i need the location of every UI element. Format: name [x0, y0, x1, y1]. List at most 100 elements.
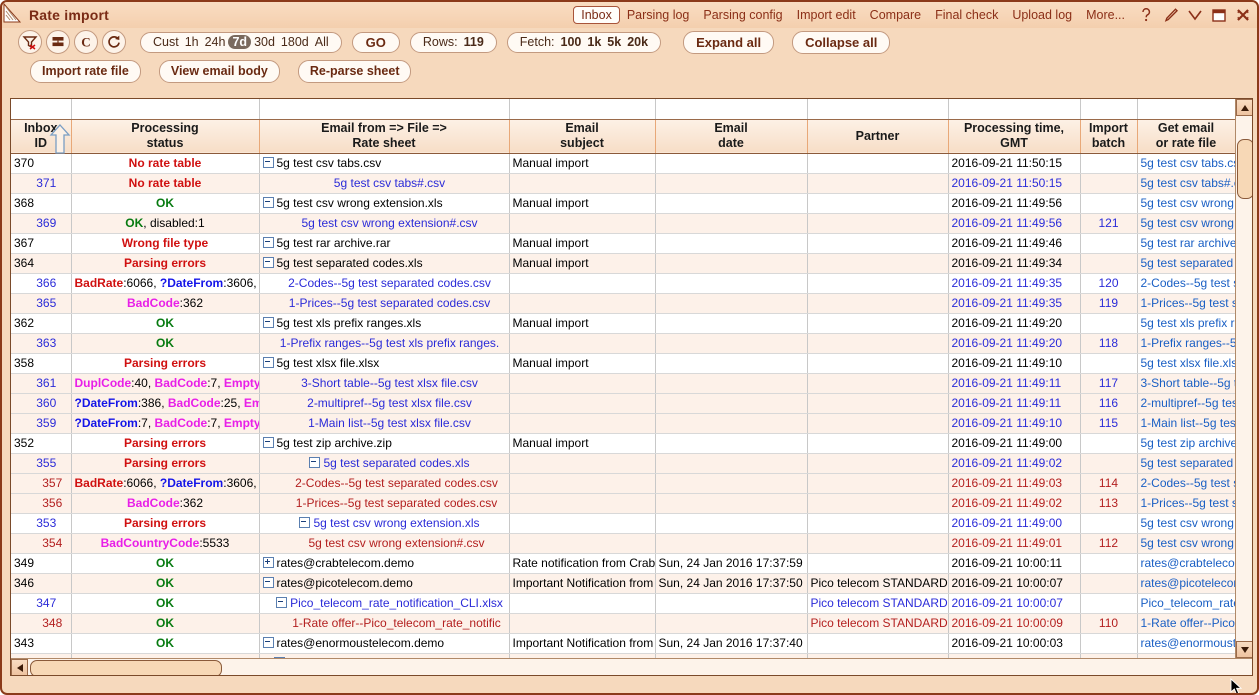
import-batch-link[interactable]: 112: [1099, 536, 1118, 550]
import-batch-link[interactable]: 113: [1099, 496, 1118, 510]
filter-cell-batch[interactable]: [1080, 99, 1137, 119]
inbox-id-value[interactable]: 361: [36, 376, 56, 390]
nav-item-final-check[interactable]: Final check: [928, 7, 1005, 23]
table-row[interactable]: 364Parsing errors5g test separated codes…: [11, 253, 1235, 273]
fetch-5k[interactable]: 5k: [604, 35, 624, 49]
file-name-link[interactable]: 3-Short table--5g test xlsx file.csv: [301, 376, 478, 390]
filter-cell-subject[interactable]: [509, 99, 655, 119]
collapse-node-icon[interactable]: [276, 597, 287, 608]
get-file-link[interactable]: 5g test xls prefix ranges.xls: [1141, 316, 1236, 330]
table-row[interactable]: 358Parsing errors5g test xlsx file.xlsxM…: [11, 353, 1235, 373]
table-row[interactable]: 355Parsing errors5g test separated codes…: [11, 453, 1235, 473]
fetch-selector[interactable]: Fetch: 100 1k 5k 20k: [507, 32, 661, 53]
period-selector[interactable]: Cust 1h 24h 7d 30d 180d All: [140, 32, 342, 53]
table-row[interactable]: 369OK, disabled:15g test csv wrong exten…: [11, 213, 1235, 233]
restore-icon[interactable]: [1210, 7, 1227, 24]
column-header-date[interactable]: Emaildate: [655, 119, 807, 153]
import-batch-link[interactable]: 120: [1098, 276, 1118, 290]
refresh-icon[interactable]: [102, 30, 126, 54]
table-row[interactable]: 363OK1-Prefix ranges--5g test xls prefix…: [11, 333, 1235, 353]
filter-row[interactable]: [11, 99, 1235, 119]
get-file-link[interactable]: 5g test zip archive.zip: [1141, 436, 1236, 450]
table-row[interactable]: 371No rate table5g test csv tabs#.csv201…: [11, 173, 1235, 193]
collapse-node-icon[interactable]: [263, 437, 274, 448]
nav-item-inbox[interactable]: Inbox: [573, 6, 620, 24]
inbox-id-value[interactable]: 365: [36, 296, 56, 310]
table-row[interactable]: 370No rate table5g test csv tabs.csvManu…: [11, 153, 1235, 173]
file-name-link[interactable]: 5g test csv wrong extension#.csv: [301, 216, 477, 230]
table-row[interactable]: 356BadCode:3621-Prices--5g test separate…: [11, 493, 1235, 513]
inbox-id-value[interactable]: 354: [42, 536, 62, 550]
filter-clear-icon[interactable]: [18, 30, 42, 54]
get-file-link[interactable]: 1-Prices--5g test separated codes.csv: [1141, 296, 1236, 310]
table-row[interactable]: 353Parsing errors5g test csv wrong exten…: [11, 513, 1235, 533]
table-row[interactable]: 362OK5g test xls prefix ranges.xlsManual…: [11, 313, 1235, 333]
file-name-link[interactable]: 1-Prices--5g test separated codes.csv: [296, 496, 497, 510]
get-file-link[interactable]: 5g test csv wrong extension.xls: [1141, 196, 1236, 210]
nav-item-parsing-config[interactable]: Parsing config: [696, 7, 789, 23]
get-file-link[interactable]: 3-Short table--5g test xlsx file.csv: [1141, 376, 1236, 390]
file-name-link[interactable]: 5g test csv wrong extension.xls: [313, 516, 479, 530]
get-file-link[interactable]: 5g test xlsx file.xlsx: [1141, 356, 1236, 370]
get-file-link[interactable]: rates@picotelecom.demo: [1141, 576, 1236, 590]
inbox-id-value[interactable]: 357: [42, 476, 62, 490]
fetch-20k[interactable]: 20k: [624, 35, 651, 49]
column-header-batch[interactable]: Importbatch: [1080, 119, 1137, 153]
fetch-100[interactable]: 100: [558, 35, 585, 49]
inbox-id-value[interactable]: 366: [36, 276, 56, 290]
partner-value[interactable]: Pico telecom STANDARD: [811, 596, 948, 610]
pencil-icon[interactable]: [1162, 7, 1179, 24]
get-file-link[interactable]: 2-Codes--5g test separated codes.csv: [1141, 476, 1236, 490]
get-file-link[interactable]: 5g test csv tabs#.csv: [1141, 176, 1236, 190]
import-rate-file-button[interactable]: Import rate file: [30, 60, 141, 83]
get-file-link[interactable]: 5g test csv tabs.csv: [1141, 156, 1236, 170]
table-row[interactable]: 361DuplCode:40, BadCode:7, Empty3-Short …: [11, 373, 1235, 393]
inbox-id-value[interactable]: 359: [36, 416, 56, 430]
vertical-scroll-thumb[interactable]: [1237, 139, 1253, 199]
table-row[interactable]: 347OKPico_telecom_rate_notification_CLI.…: [11, 593, 1235, 613]
inbox-id-value[interactable]: 353: [36, 516, 56, 530]
collapse-node-icon[interactable]: [299, 517, 310, 528]
close-icon[interactable]: [1234, 7, 1251, 24]
collapse-node-icon[interactable]: [263, 257, 274, 268]
expand-node-icon[interactable]: [263, 557, 274, 568]
filter-cell-get[interactable]: [1137, 99, 1235, 119]
table-row[interactable]: 346OKrates@picotelecom.demoImportant Not…: [11, 573, 1235, 593]
partner-value[interactable]: Pico telecom STANDARD: [811, 616, 948, 630]
filter-cell-file[interactable]: [259, 99, 509, 119]
import-batch-link[interactable]: 110: [1099, 616, 1118, 630]
file-name-link[interactable]: 1-Prefix ranges--5g test xls prefix rang…: [280, 336, 499, 350]
inbox-id-value[interactable]: 356: [42, 496, 62, 510]
collapse-all-button[interactable]: Collapse all: [792, 31, 890, 54]
table-row[interactable]: 348OK1-Rate offer--Pico_telecom_rate_not…: [11, 613, 1235, 633]
get-file-link[interactable]: 1-Main list--5g test xlsx file.csv: [1141, 416, 1236, 430]
nav-item-more[interactable]: More...: [1079, 7, 1132, 23]
chevron-down-icon[interactable]: [1186, 7, 1203, 24]
file-name-link[interactable]: Pico_telecom_rate_notification_CLI.xlsx: [290, 596, 503, 610]
table-row[interactable]: 354BadCountryCode:55335g test csv wrong …: [11, 533, 1235, 553]
get-file-link[interactable]: 5g test csv wrong extension.xls: [1141, 516, 1236, 530]
collapse-node-icon[interactable]: [263, 197, 274, 208]
sort-ascending-icon[interactable]: [49, 123, 71, 158]
scroll-down-button[interactable]: [1236, 641, 1253, 658]
collapse-node-icon[interactable]: [263, 357, 274, 368]
import-batch-link[interactable]: 121: [1098, 216, 1118, 230]
period-7d[interactable]: 7d: [228, 35, 251, 49]
table-row[interactable]: 357BadRate:6066, ?DateFrom:3606,2-Codes-…: [11, 473, 1235, 493]
go-button[interactable]: GO: [352, 32, 400, 53]
get-file-link[interactable]: 5g test separated codes.xls: [1141, 456, 1236, 470]
file-name-link[interactable]: 1-Prices--5g test separated codes.csv: [289, 296, 490, 310]
get-file-link[interactable]: 2-multipref--5g test xlsx file.csv: [1141, 396, 1236, 410]
import-batch-link[interactable]: 118: [1099, 336, 1118, 350]
column-header-file[interactable]: Email from => File =>Rate sheet: [259, 119, 509, 153]
import-batch-link[interactable]: 119: [1099, 296, 1118, 310]
file-name-link[interactable]: 2-Codes--5g test separated codes.csv: [295, 476, 498, 490]
help-icon[interactable]: [1138, 7, 1155, 24]
file-name-link[interactable]: 5g test separated codes.xls: [323, 456, 469, 470]
get-file-link[interactable]: Pico_telecom_rate_notification_CLI.xlsx: [1141, 596, 1236, 610]
file-name-link[interactable]: 2-Codes--5g test separated codes.csv: [288, 276, 491, 290]
table-row[interactable]: 365BadCode:3621-Prices--5g test separate…: [11, 293, 1235, 313]
period-1h[interactable]: 1h: [182, 35, 202, 49]
column-header-subject[interactable]: Emailsubject: [509, 119, 655, 153]
period-24h[interactable]: 24h: [202, 35, 229, 49]
